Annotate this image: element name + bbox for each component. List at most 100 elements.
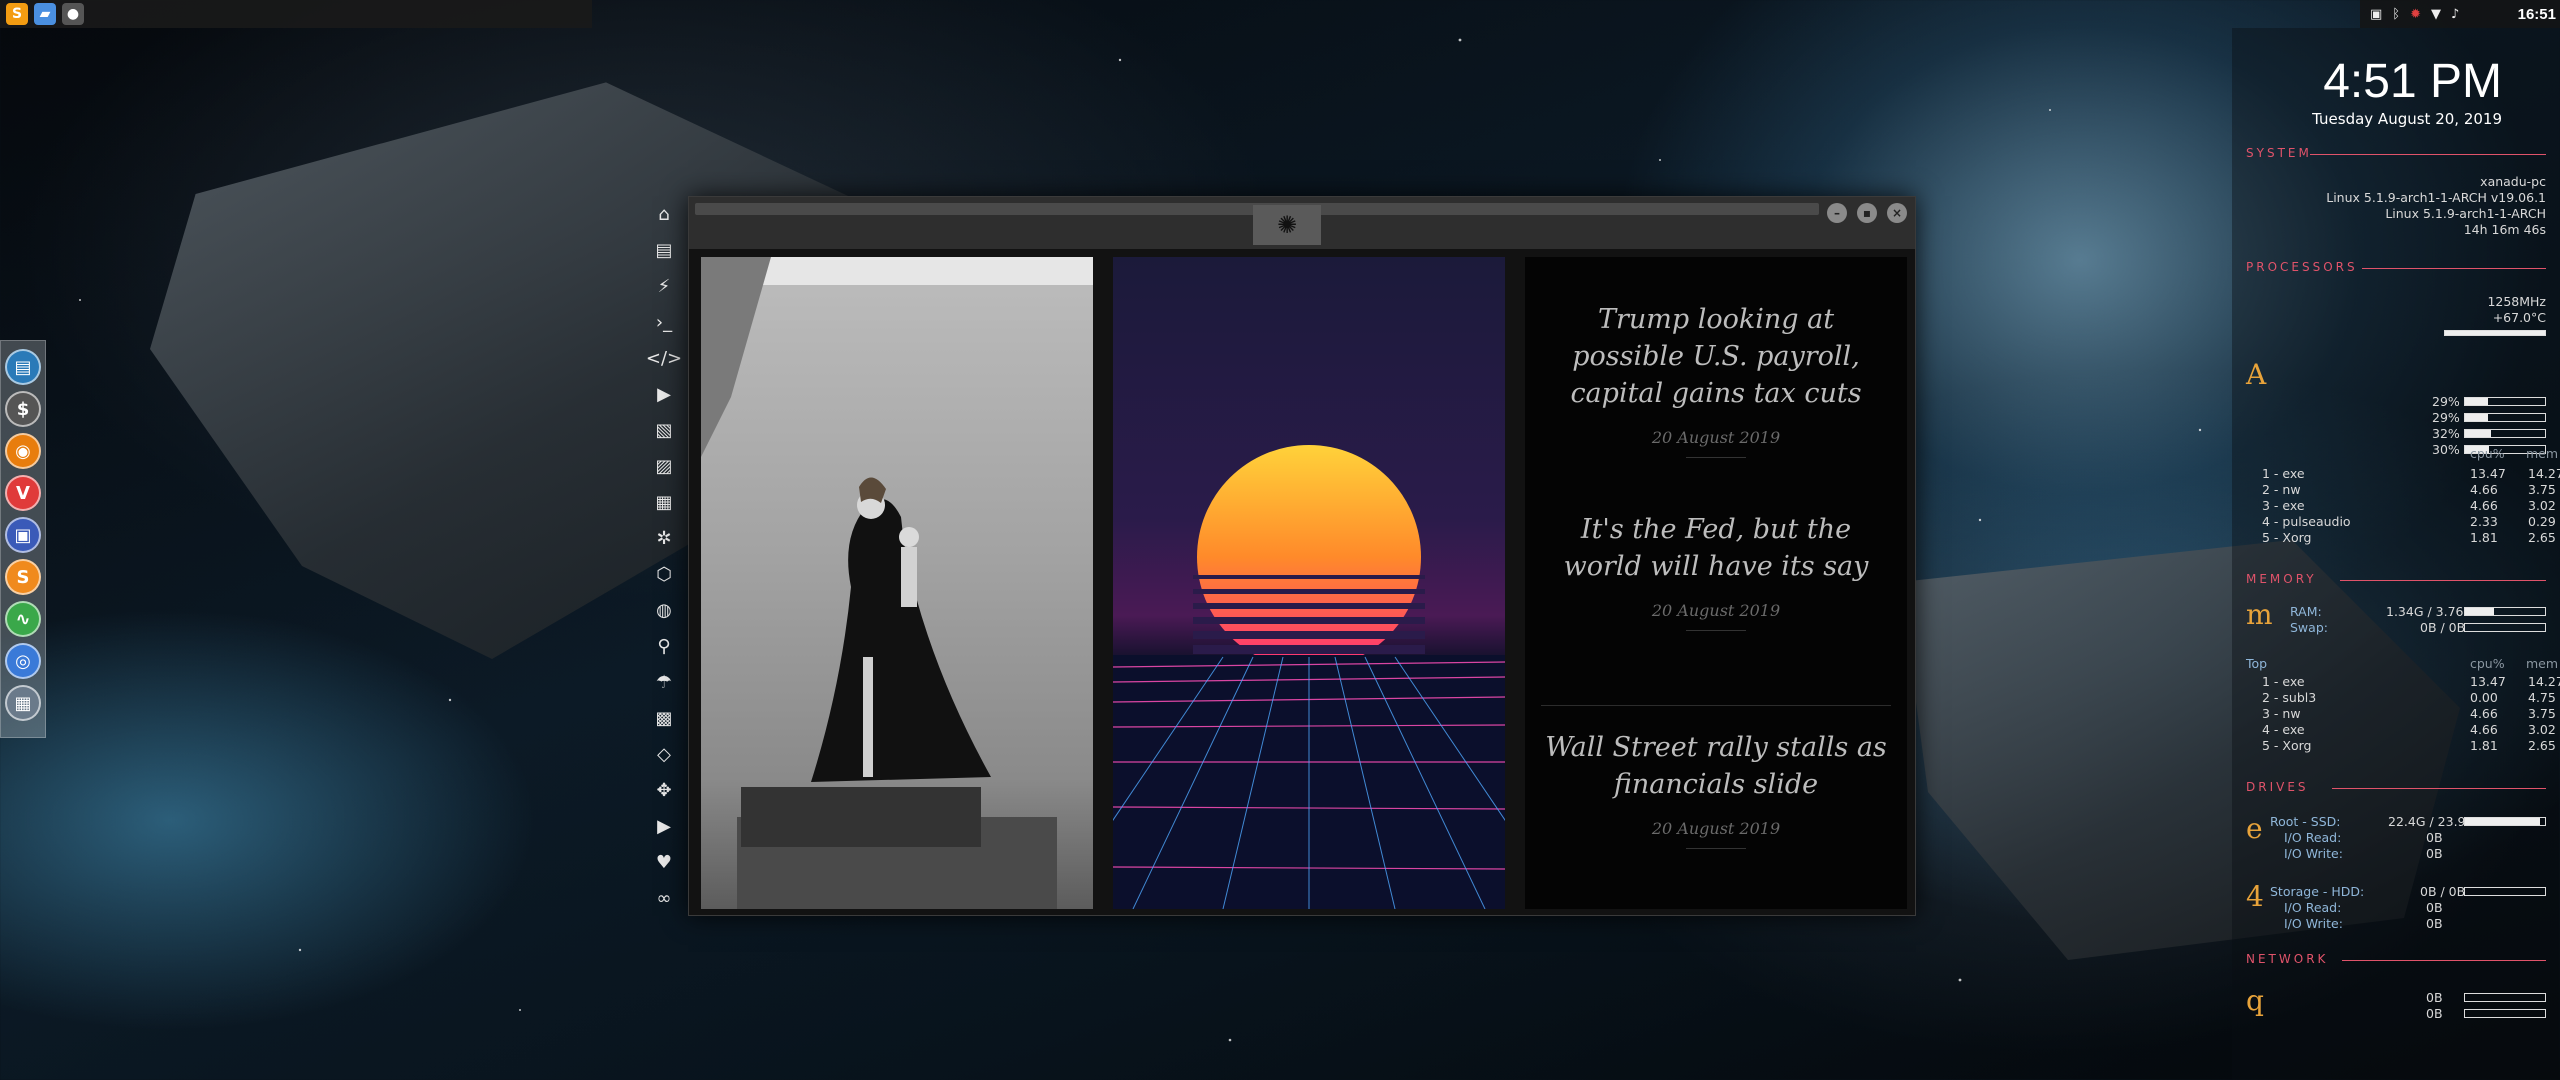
- images-icon[interactable]: ▧: [648, 412, 680, 448]
- cpu-core-bar: [2464, 429, 2546, 438]
- settings-icon[interactable]: ✲: [648, 520, 680, 556]
- column-mem: mem: [2526, 656, 2559, 671]
- swap-label: Swap:: [2290, 620, 2328, 635]
- io-write-label: I/O Write:: [2284, 846, 2343, 861]
- process-row: 5 - Xorg 1.81 2.65: [2246, 738, 2556, 754]
- news-panel: Trump looking at possible U.S. payroll, …: [1525, 257, 1907, 909]
- process-mem: 2.65: [2528, 738, 2556, 753]
- cpu-core-bar: [2464, 413, 2546, 422]
- alert-icon[interactable]: ✹: [2410, 7, 2421, 22]
- gem-icon[interactable]: ⬡: [648, 556, 680, 592]
- process-mem: 14.27: [2528, 466, 2560, 481]
- process-name: 3 - exe: [2262, 498, 2305, 513]
- news-title[interactable]: It's the Fed, but the world will have it…: [1541, 511, 1891, 585]
- bolt-icon[interactable]: ⚡: [648, 268, 680, 304]
- sublime-icon[interactable]: S: [6, 3, 28, 25]
- terminal-icon[interactable]: ›_: [648, 304, 680, 340]
- cpu-glyph-icon: A: [2246, 358, 2267, 391]
- code-icon[interactable]: </>: [646, 340, 682, 376]
- network-icon[interactable]: ▦: [5, 685, 41, 721]
- news-date: 20 August 2019: [1651, 819, 1781, 838]
- news-icon[interactable]: ▦: [648, 484, 680, 520]
- divider: [2332, 788, 2546, 789]
- screen-icon[interactable]: ▣: [5, 517, 41, 553]
- photo-panel[interactable]: [701, 257, 1093, 909]
- process-cpu: 2.33: [2470, 514, 2498, 529]
- close-button[interactable]: ×: [1887, 203, 1907, 223]
- news-item[interactable]: It's the Fed, but the world will have it…: [1541, 511, 1891, 631]
- retro-sunset-panel[interactable]: [1113, 257, 1505, 909]
- network-up-bar: [2464, 1009, 2546, 1018]
- news-title[interactable]: Wall Street rally stalls as financials s…: [1541, 729, 1891, 803]
- column-cpu: cpu%: [2470, 446, 2505, 461]
- bluetooth-icon[interactable]: ᛒ: [2392, 7, 2400, 22]
- process-mem: 2.65: [2528, 530, 2556, 545]
- cpu-temperature: +67.0°C: [2492, 310, 2546, 325]
- volume-icon[interactable]: ♪: [2451, 7, 2459, 22]
- infinity-icon[interactable]: ∞: [648, 880, 680, 916]
- section-heading-memory: MEMORY: [2246, 572, 2317, 586]
- network-up-value: 0B: [2426, 1006, 2443, 1021]
- process-cpu: 1.81: [2470, 738, 2498, 753]
- process-cpu: 0.00: [2470, 690, 2498, 705]
- code-brackets-icon[interactable]: ◇: [648, 736, 680, 772]
- process-mem: 3.75: [2528, 482, 2556, 497]
- top-bar: S ▰ ● ▣ ᛒ ✹ ▼ ♪ 16:51: [0, 0, 2560, 28]
- document-icon[interactable]: ▤: [648, 232, 680, 268]
- process-table-header: cpu% mem: [2246, 446, 2558, 462]
- news-item[interactable]: Wall Street rally stalls as financials s…: [1541, 729, 1891, 849]
- sublime-icon[interactable]: S: [5, 559, 41, 595]
- news-title[interactable]: Trump looking at possible U.S. payroll, …: [1541, 301, 1891, 412]
- divider: [1686, 848, 1746, 849]
- hostname: xanadu-pc: [2480, 174, 2546, 189]
- system-tray: ▣ ᛒ ✹ ▼ ♪ 16:51: [2360, 0, 2560, 28]
- process-name: 4 - pulseaudio: [2262, 514, 2351, 529]
- folder-icon[interactable]: ▰: [34, 3, 56, 25]
- taskbar: S ▰ ●: [0, 0, 592, 28]
- maximize-button[interactable]: ▪: [1857, 203, 1877, 223]
- browser-window: ✺ – ▪ × Trump looking at possible U.S. p…: [688, 196, 1916, 916]
- portrait-photo: [701, 257, 1093, 909]
- expand-icon[interactable]: ✥: [648, 772, 680, 808]
- vivaldi-icon[interactable]: V: [5, 475, 41, 511]
- news-date: 20 August 2019: [1651, 428, 1781, 447]
- search-icon[interactable]: ⚲: [648, 628, 680, 664]
- process-mem: 3.75: [2528, 706, 2556, 721]
- section-heading-network: NETWORK: [2246, 952, 2329, 966]
- heart-icon[interactable]: ♥: [648, 844, 680, 880]
- screenshot-icon[interactable]: ▣: [2370, 7, 2382, 22]
- process-cpu: 13.47: [2470, 466, 2506, 481]
- home-icon[interactable]: ⌂: [648, 196, 680, 232]
- minimize-button[interactable]: –: [1827, 203, 1847, 223]
- chrome-icon[interactable]: ◎: [5, 643, 41, 679]
- blender-icon[interactable]: ◉: [5, 433, 41, 469]
- title-bar[interactable]: ✺ – ▪ ×: [689, 197, 1915, 249]
- news-item[interactable]: Trump looking at possible U.S. payroll, …: [1541, 301, 1891, 458]
- process-mem: 4.75: [2528, 690, 2556, 705]
- divider: [2310, 154, 2546, 155]
- system-monitor-icon[interactable]: ∿: [5, 601, 41, 637]
- process-cpu: 1.81: [2470, 530, 2498, 545]
- divider: [1541, 705, 1891, 706]
- memory-table-header: Top cpu% mem: [2246, 656, 2558, 672]
- umbrella-icon[interactable]: ☂: [648, 664, 680, 700]
- root-drive-bar: [2464, 817, 2546, 826]
- process-cpu: 13.47: [2470, 674, 2506, 689]
- ram-value: 1.34G / 3.76G: [2386, 604, 2474, 619]
- youtube-icon[interactable]: ▶: [648, 808, 680, 844]
- process-mem: 3.02: [2528, 722, 2556, 737]
- workspace-icon[interactable]: ●: [62, 3, 84, 25]
- terminal-icon[interactable]: $: [5, 391, 41, 427]
- storage-drive-label: Storage - HDD:: [2270, 884, 2365, 899]
- clock[interactable]: 16:51: [2518, 6, 2560, 23]
- play-icon[interactable]: ▶: [648, 376, 680, 412]
- contact-icon[interactable]: ▩: [648, 700, 680, 736]
- globe-icon[interactable]: ◍: [648, 592, 680, 628]
- wifi-icon[interactable]: ▼: [2431, 7, 2441, 22]
- file-manager-icon[interactable]: ▤: [5, 349, 41, 385]
- io-write-value: 0B: [2426, 916, 2443, 931]
- network-down-value: 0B: [2426, 990, 2443, 1005]
- dock: ▤ $ ◉ V ▣ S ∿ ◎ ▦: [0, 340, 46, 738]
- image-icon[interactable]: ▨: [648, 448, 680, 484]
- process-name: 1 - exe: [2262, 674, 2305, 689]
